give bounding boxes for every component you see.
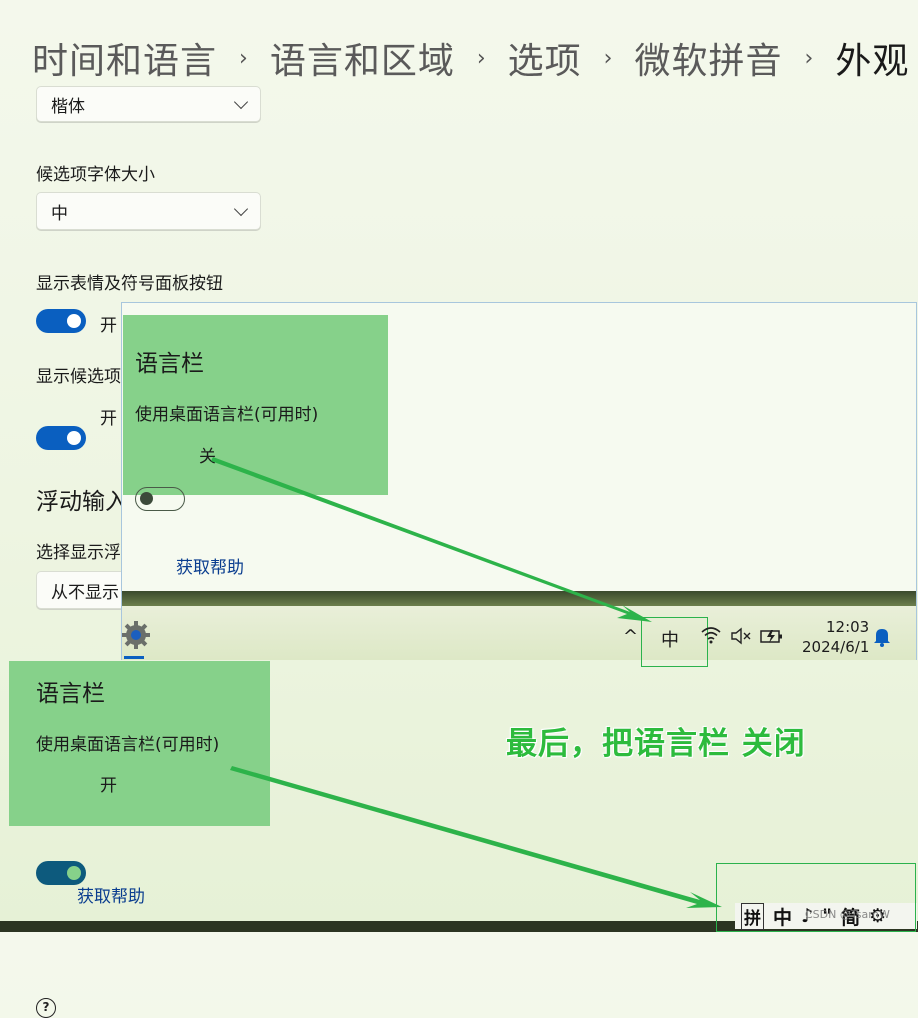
ime-toolbar-highlight [716,863,916,932]
arrow-to-ime-indicator [211,457,652,622]
arrow-to-ime-toolbar [230,766,722,908]
help-icon: ? [36,998,56,1018]
annotation-arrows [211,457,722,908]
